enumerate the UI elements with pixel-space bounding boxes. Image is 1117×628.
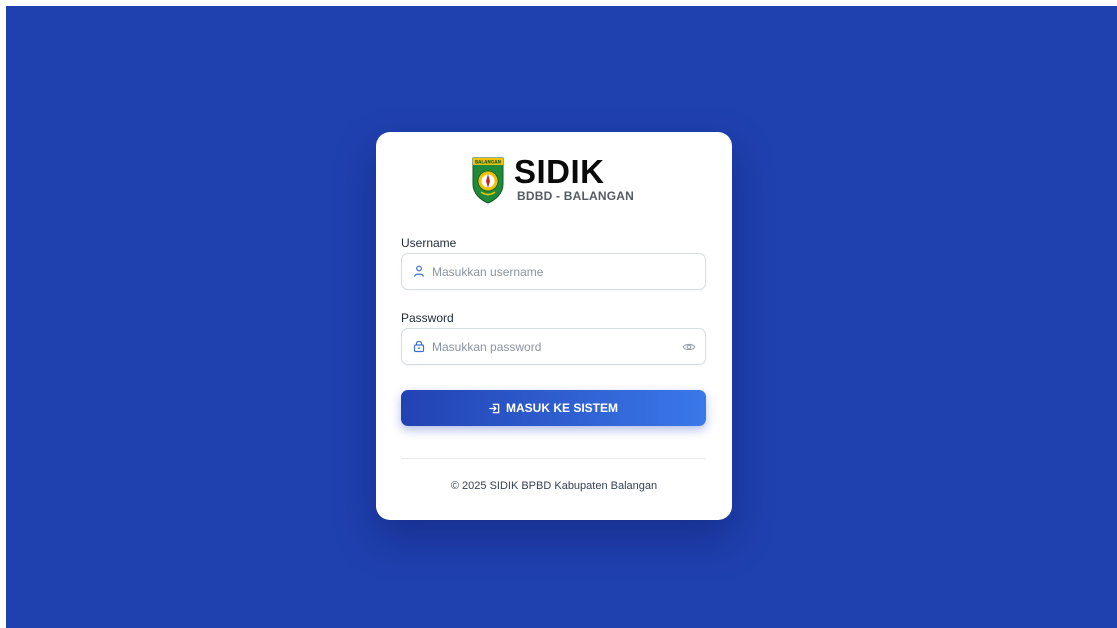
brand-logo: BALANGAN SIDIK BDBD - BALANGAN [471,153,641,206]
footer-divider [401,458,706,459]
app-subtitle: BDBD - BALANGAN [517,189,634,203]
copyright-text: © 2025 SIDIK BPBD Kabupaten Balangan [450,480,658,492]
password-label: Password [401,311,454,325]
page-background: BALANGAN SIDIK BDBD - BALANGAN Username … [6,6,1117,628]
login-card: BALANGAN SIDIK BDBD - BALANGAN Username … [376,132,732,520]
password-field[interactable] [401,328,706,365]
login-icon [489,403,500,413]
username-input[interactable] [432,254,672,289]
eye-icon[interactable] [682,340,696,354]
login-button-label: MASUK KE SISTEM [505,401,618,415]
username-field[interactable] [401,253,706,290]
balangan-emblem-icon: BALANGAN [472,157,504,204]
user-icon [414,265,424,277]
login-button[interactable]: MASUK KE SISTEM [401,390,706,426]
lock-icon [413,340,425,353]
emblem-text: BALANGAN [475,160,502,165]
password-input[interactable] [432,329,672,364]
username-label: Username [401,236,457,250]
app-title: SIDIK [514,153,605,190]
